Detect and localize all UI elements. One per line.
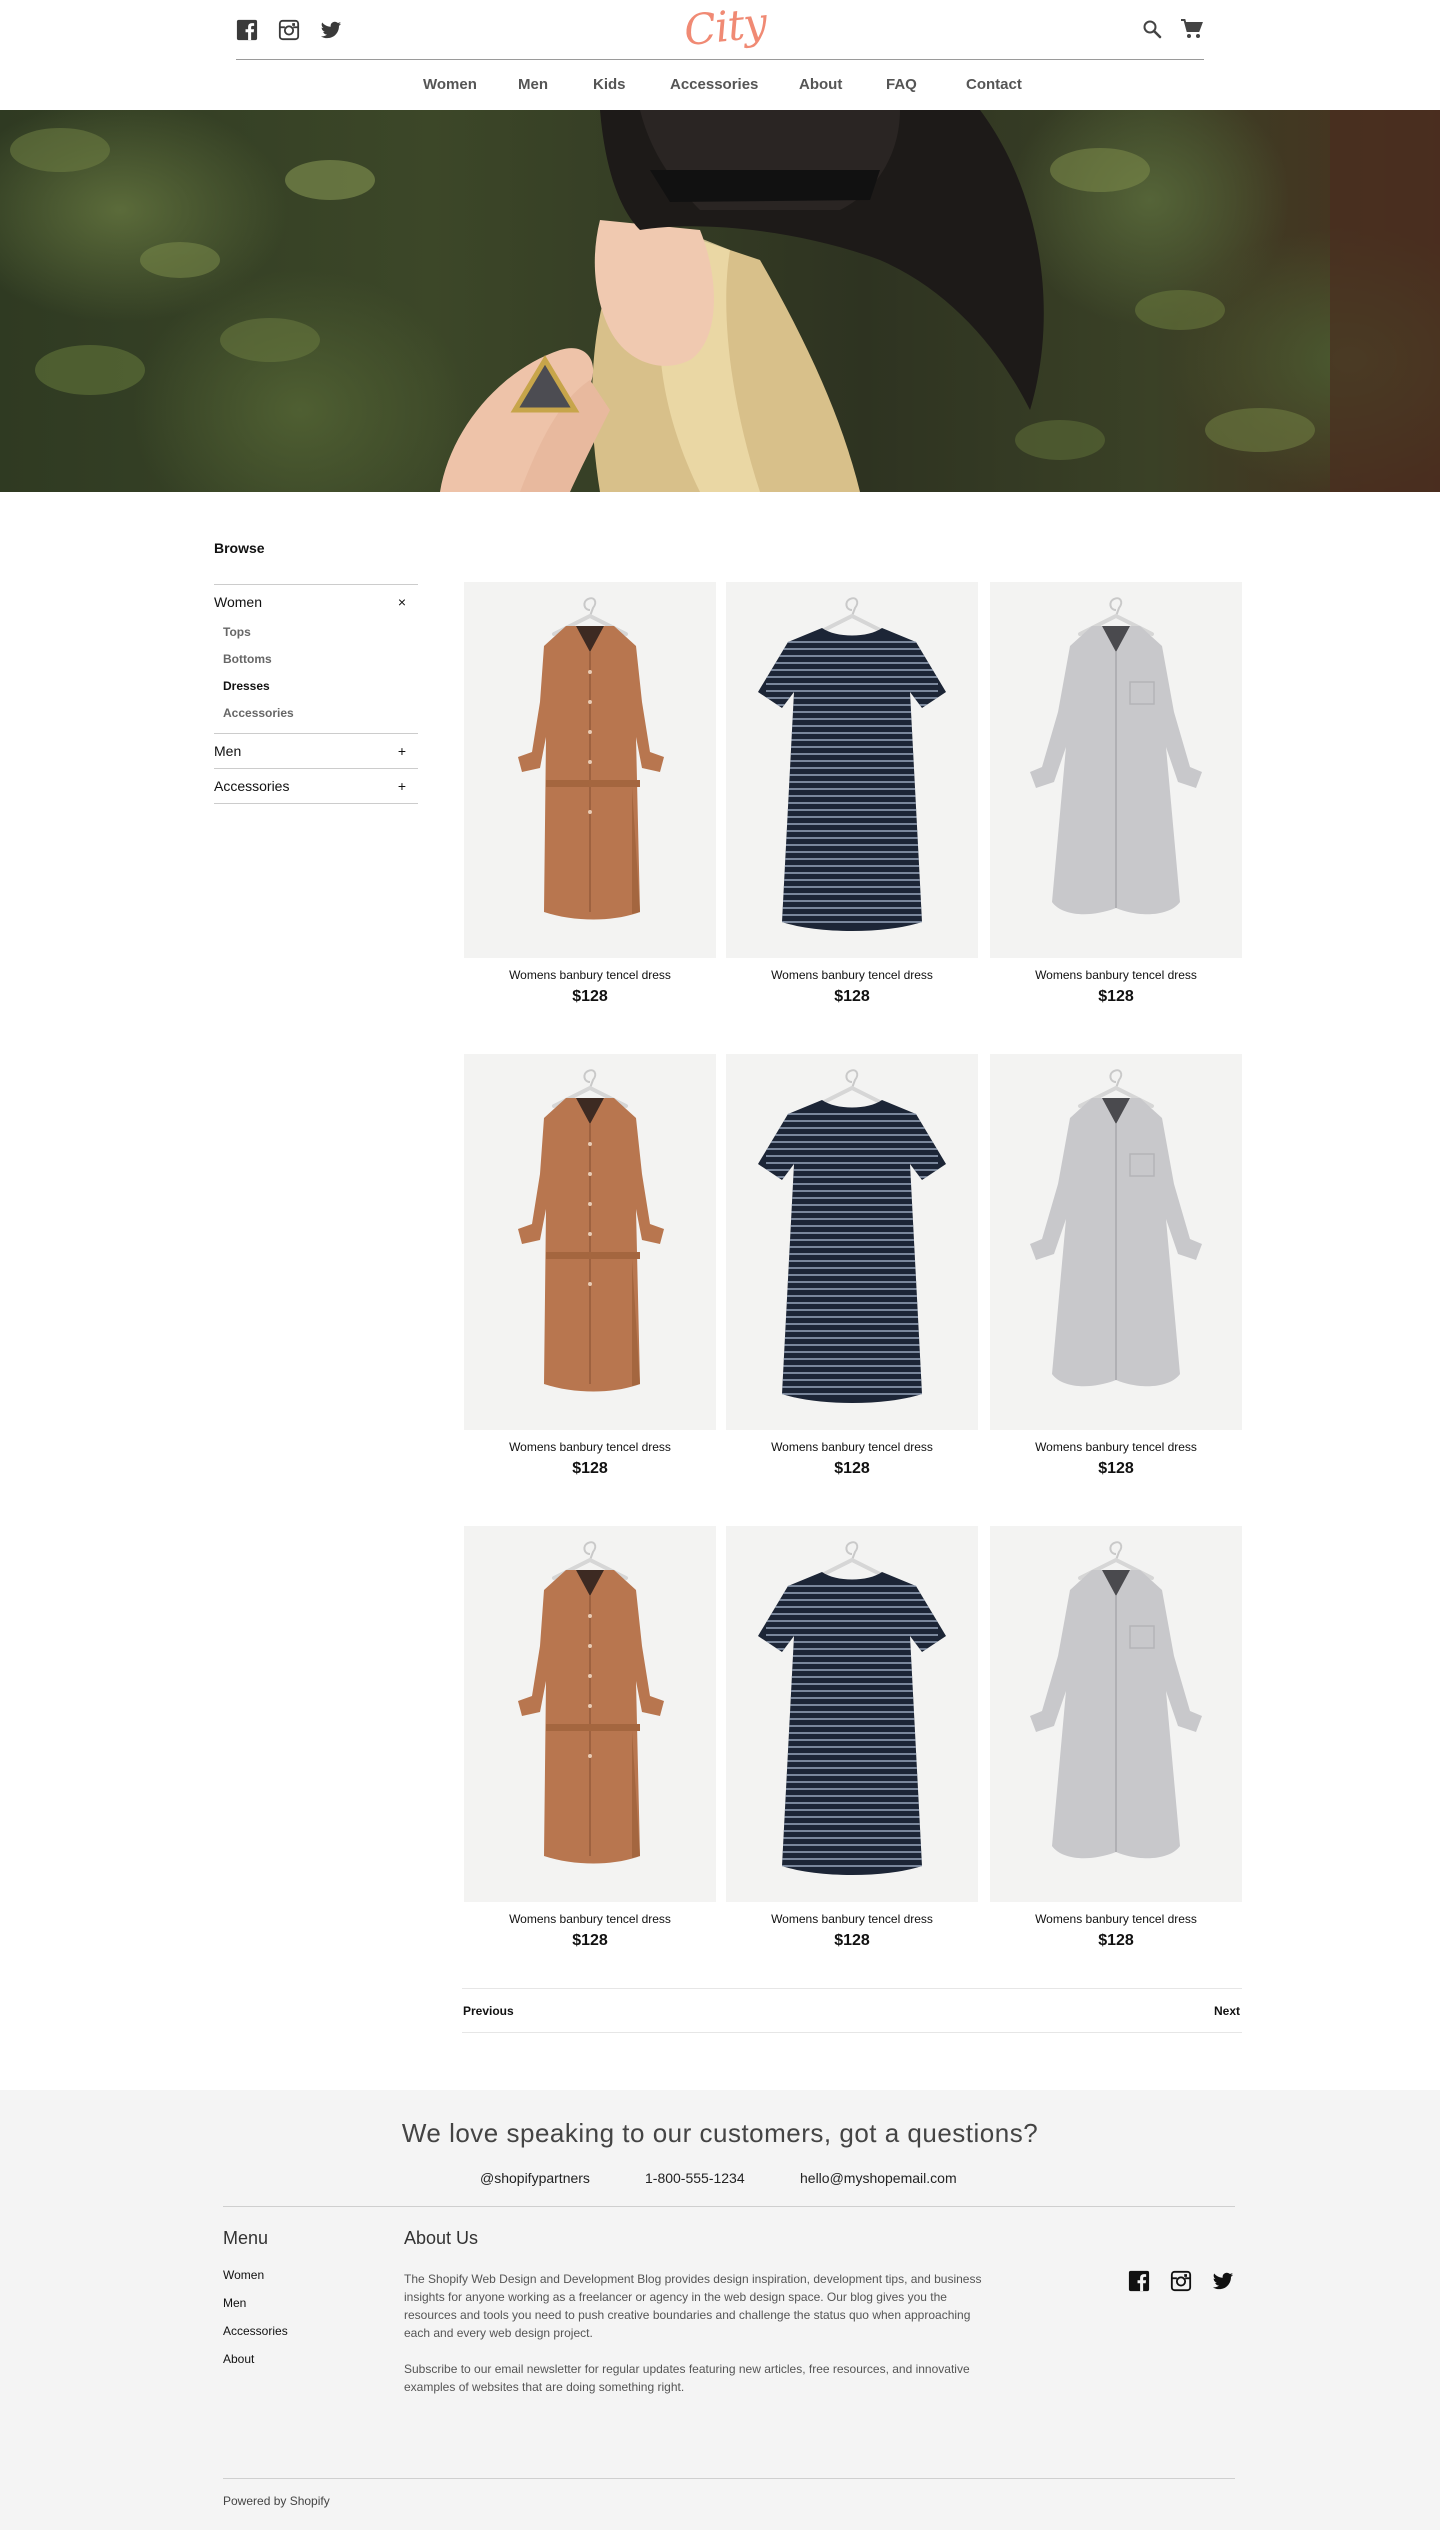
product-image-navy-striped-dress[interactable] [726,1054,978,1430]
product-card[interactable]: Womens banbury tencel dress $128 [990,1054,1242,1478]
newsletter-text: Subscribe to our email newsletter for re… [404,2362,970,2394]
category-label: Men [214,743,242,759]
subcategory-bottoms[interactable]: Bottoms [223,646,418,673]
product-name[interactable]: Womens banbury tencel dress [464,1440,716,1455]
category-women: Women × Tops Bottoms Dresses Accessories [214,584,418,733]
about-us-text: The Shopify Web Design and Development B… [404,2272,982,2340]
brand-logo[interactable]: City [682,0,769,55]
footer-menu-accessories[interactable]: Accessories [223,2324,288,2352]
footer-menu-men[interactable]: Men [223,2296,288,2324]
facebook-icon[interactable] [1128,2270,1150,2292]
expand-icon[interactable]: + [398,743,406,759]
header-social-links [236,19,342,41]
category-women-toggle[interactable]: Women × [214,585,418,619]
nav-accessories[interactable]: Accessories [670,76,758,93]
site-footer: We love speaking to our customers, got a… [0,2090,1440,2530]
product-price: $128 [1098,1932,1134,1949]
footer-tagline: We love speaking to our customers, got a… [401,2118,1039,2148]
hero-banner-image [0,110,1440,492]
product-name[interactable]: Womens banbury tencel dress [464,968,716,983]
product-card[interactable]: Womens banbury tencel dress $128 [990,582,1242,1006]
nav-faq[interactable]: FAQ [886,76,917,93]
product-image-rust-shirt-dress[interactable] [464,1054,716,1430]
main-navigation: Women Men Kids Accessories About FAQ Con… [0,60,1440,110]
powered-by-link[interactable]: Powered by Shopify [223,2494,330,2508]
product-name[interactable]: Womens banbury tencel dress [990,1440,1242,1455]
product-name[interactable]: Womens banbury tencel dress [990,968,1242,983]
product-price: $128 [572,988,608,1005]
cart-icon[interactable] [1180,18,1204,40]
category-men: Men + [214,733,418,768]
previous-page-link[interactable]: Previous [463,2004,514,2018]
nav-kids[interactable]: Kids [593,76,626,93]
collapse-icon[interactable]: × [398,594,406,610]
footer-menu-about[interactable]: About [223,2352,288,2380]
instagram-icon[interactable] [1170,2270,1192,2292]
product-price: $128 [834,988,870,1005]
twitter-icon[interactable] [320,19,342,41]
product-name[interactable]: Womens banbury tencel dress [990,1912,1242,1927]
product-card[interactable]: Womens banbury tencel dress $128 [464,1054,716,1478]
footer-menu-women[interactable]: Women [223,2268,288,2296]
product-image-grey-shirt-dress[interactable] [990,1526,1242,1902]
product-card[interactable]: Womens banbury tencel dress $128 [726,582,978,1006]
product-price: $128 [1098,988,1134,1005]
footer-divider [223,2206,1235,2207]
expand-icon[interactable]: + [398,778,406,794]
subcategory-tops[interactable]: Tops [223,619,418,646]
subcategory-accessories[interactable]: Accessories [223,700,418,727]
next-page-link[interactable]: Next [1214,2004,1240,2018]
category-accessories-toggle[interactable]: Accessories + [214,769,418,803]
top-bar: City [236,0,1204,60]
twitter-icon[interactable] [1212,2270,1234,2292]
product-card[interactable]: Womens banbury tencel dress $128 [464,582,716,1006]
product-image-rust-shirt-dress[interactable] [464,582,716,958]
about-us-title: About Us [404,2228,479,2248]
footer-menu: Women Men Accessories About [223,2268,288,2380]
contact-phone[interactable]: 1-800-555-1234 [645,2170,745,2186]
nav-contact[interactable]: Contact [966,76,1022,93]
instagram-icon[interactable] [278,19,300,41]
nav-women[interactable]: Women [423,76,477,93]
footer-divider [223,2478,1235,2479]
category-label: Women [214,594,262,610]
product-image-grey-shirt-dress[interactable] [990,1054,1242,1430]
header-utility-icons [1142,18,1204,40]
pagination: Previous Next [462,1988,1242,2033]
browse-sidebar: Browse Women × Tops Bottoms Dresses Acce… [214,540,418,804]
product-card[interactable]: Womens banbury tencel dress $128 [464,1526,716,1950]
product-card[interactable]: Womens banbury tencel dress $128 [990,1526,1242,1950]
footer-social-links [1128,2270,1234,2292]
contact-social-handle[interactable]: @shopifypartners [480,2170,590,2186]
product-image-navy-striped-dress[interactable] [726,582,978,958]
contact-email[interactable]: hello@myshopemail.com [800,2170,957,2186]
facebook-icon[interactable] [236,19,258,41]
product-name[interactable]: Womens banbury tencel dress [726,1912,978,1927]
nav-about[interactable]: About [799,76,842,93]
product-card[interactable]: Womens banbury tencel dress $128 [726,1054,978,1478]
product-price: $128 [572,1932,608,1949]
category-label: Accessories [214,778,290,794]
product-name[interactable]: Womens banbury tencel dress [726,1440,978,1455]
product-image-grey-shirt-dress[interactable] [990,582,1242,958]
product-price: $128 [834,1932,870,1949]
product-price: $128 [834,1460,870,1477]
subcategory-dresses[interactable]: Dresses [223,673,418,700]
footer-menu-title: Menu [223,2228,269,2248]
product-image-navy-striped-dress[interactable] [726,1526,978,1902]
browse-title: Browse [214,540,265,556]
search-icon[interactable] [1142,19,1162,39]
product-name[interactable]: Womens banbury tencel dress [726,968,978,983]
product-card[interactable]: Womens banbury tencel dress $128 [726,1526,978,1950]
product-price: $128 [572,1460,608,1477]
category-men-toggle[interactable]: Men + [214,734,418,768]
women-subcategories: Tops Bottoms Dresses Accessories [214,619,418,733]
product-image-rust-shirt-dress[interactable] [464,1526,716,1902]
nav-men[interactable]: Men [518,76,548,93]
product-price: $128 [1098,1460,1134,1477]
product-name[interactable]: Womens banbury tencel dress [464,1912,716,1927]
category-accessories: Accessories + [214,768,418,804]
